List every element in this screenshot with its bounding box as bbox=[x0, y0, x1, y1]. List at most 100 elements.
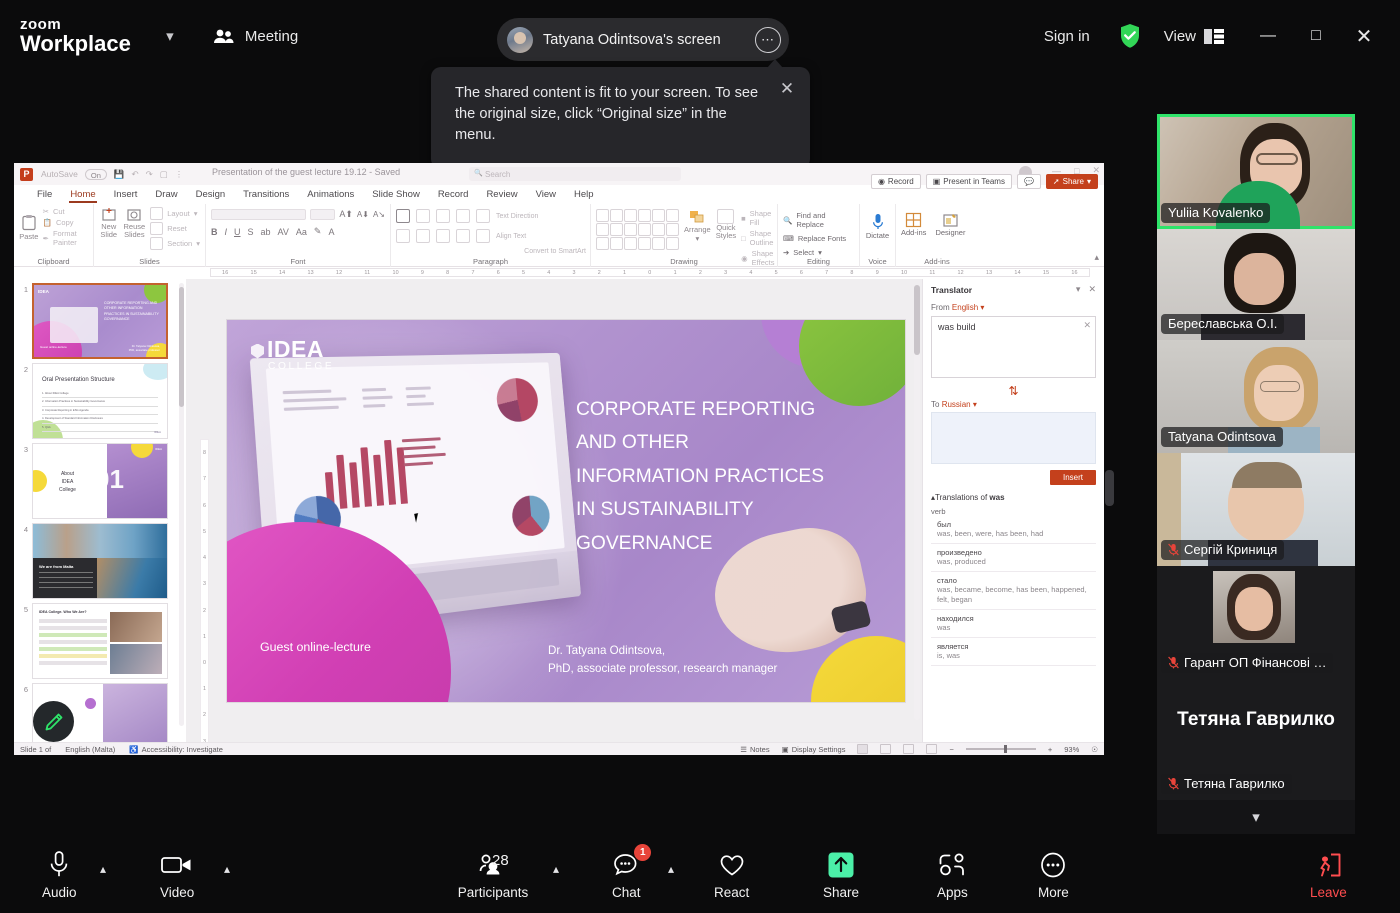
quick-styles-button[interactable]: Quick Styles bbox=[716, 209, 736, 240]
close-icon[interactable]: ✕ bbox=[776, 78, 798, 100]
ribbon-tab-view[interactable]: View bbox=[527, 185, 565, 204]
ribbon-tab-file[interactable]: File bbox=[28, 185, 61, 204]
select-button[interactable]: ➔ Select ▾ bbox=[783, 248, 854, 257]
new-slide-button[interactable]: New Slide bbox=[99, 207, 119, 239]
thumbnail-item[interactable]: 3 About IDEA College 01 IDEA bbox=[14, 439, 186, 519]
thumbnail-scrollbar[interactable] bbox=[179, 283, 184, 726]
notes-button[interactable]: ☰ Notes bbox=[740, 745, 769, 754]
present-in-teams-button[interactable]: ▣ Present in Teams bbox=[926, 174, 1012, 189]
shared-screen-pill[interactable]: Tatyana Odintsova's screen ⋯ bbox=[497, 18, 789, 61]
thumbnail-slide-2[interactable]: Oral Presentation Structure 1. About IDE… bbox=[32, 363, 168, 439]
canvas-scrollbar-thumb[interactable] bbox=[914, 285, 920, 355]
increase-font-size-button[interactable]: A⬆ bbox=[339, 209, 353, 220]
search-input[interactable]: Search bbox=[469, 167, 681, 181]
section-button[interactable]: Section ▾ bbox=[150, 237, 200, 250]
from-language-select[interactable]: English bbox=[952, 303, 978, 312]
chevron-down-icon[interactable]: ▾ bbox=[1076, 284, 1081, 295]
reset-button[interactable]: Reset bbox=[150, 222, 200, 235]
share-panel-drag-handle[interactable] bbox=[1105, 470, 1114, 506]
text-highlight-icon[interactable]: ✎ bbox=[314, 226, 322, 237]
thumbnail-scrollbar-thumb[interactable] bbox=[179, 287, 184, 407]
participant-tile-serhii-krynytsia[interactable]: Сергій Криниця bbox=[1157, 453, 1355, 566]
ribbon-tab-transitions[interactable]: Transitions bbox=[234, 185, 298, 204]
insert-button[interactable]: Insert bbox=[1050, 470, 1096, 485]
ribbon-tab-review[interactable]: Review bbox=[477, 185, 526, 204]
participant-tile-bereslavska[interactable]: Береславська О.I. bbox=[1157, 229, 1355, 340]
thumbnail-item[interactable]: 4 We are from Malta bbox=[14, 519, 186, 599]
participant-tile-yuliia-kovalenko[interactable]: Yuliia Kovalenko bbox=[1157, 114, 1355, 229]
annotate-pen-button[interactable] bbox=[33, 701, 74, 742]
accessibility-indicator[interactable]: ♿ Accessibility: Investigate bbox=[129, 745, 223, 754]
normal-view-button[interactable] bbox=[857, 744, 868, 754]
zoom-in-button[interactable]: + bbox=[1048, 745, 1052, 754]
zoom-level[interactable]: 93% bbox=[1064, 745, 1079, 754]
ribbon-tab-insert[interactable]: Insert bbox=[105, 185, 147, 204]
strikethrough-button[interactable]: ab bbox=[261, 227, 271, 237]
align-right-icon[interactable] bbox=[436, 229, 450, 243]
zoom-out-button[interactable]: − bbox=[949, 745, 953, 754]
display-settings-button[interactable]: ▣ Display Settings bbox=[782, 745, 846, 754]
video-button[interactable]: Video bbox=[160, 848, 194, 900]
react-button[interactable]: React bbox=[714, 848, 749, 900]
participants-options-chevron-icon[interactable]: ▴ bbox=[553, 862, 559, 876]
shadow-button[interactable]: S bbox=[248, 227, 254, 237]
underline-button[interactable]: U bbox=[234, 227, 241, 237]
collapse-ribbon-button[interactable]: ▴ bbox=[1094, 252, 1099, 263]
participant-tile-harant-op[interactable]: Гарант ОП Фінансові … bbox=[1157, 566, 1355, 679]
shape-fill-button[interactable]: ■ Shape Fill bbox=[741, 209, 774, 227]
font-size-select[interactable] bbox=[310, 209, 336, 220]
translator-input[interactable]: was build ✕ bbox=[931, 316, 1096, 378]
audio-options-chevron-icon[interactable]: ▴ bbox=[100, 862, 106, 876]
italic-button[interactable]: I bbox=[225, 227, 228, 237]
numbering-icon[interactable] bbox=[416, 209, 430, 223]
apps-button[interactable]: Apps bbox=[937, 848, 968, 900]
cut-button[interactable]: ✂ Cut bbox=[43, 207, 88, 216]
more-button[interactable]: More bbox=[1038, 848, 1069, 900]
translations-heading[interactable]: ▴Translations of was bbox=[931, 493, 1096, 502]
comments-icon[interactable]: 💬 bbox=[1017, 174, 1041, 189]
slide-sorter-button[interactable] bbox=[880, 744, 891, 754]
ribbon-tab-home[interactable]: Home bbox=[61, 185, 104, 204]
clear-formatting-button[interactable]: A↘ bbox=[373, 210, 385, 219]
text-direction-label[interactable]: Text Direction bbox=[496, 213, 538, 220]
more-icon[interactable]: ⋮ bbox=[175, 169, 184, 180]
font-family-select[interactable] bbox=[211, 209, 306, 220]
font-color-icon[interactable]: A bbox=[328, 227, 334, 237]
thumbnail-item[interactable]: 5 IDEA College. Who We Are? bbox=[14, 599, 186, 679]
decrease-indent-icon[interactable] bbox=[436, 209, 450, 223]
chat-options-chevron-icon[interactable]: ▴ bbox=[668, 862, 674, 876]
record-button[interactable]: ◉ Record bbox=[871, 174, 921, 189]
zoom-slider[interactable] bbox=[966, 748, 1036, 750]
thumbnail-slide-5[interactable]: IDEA College. Who We Are? bbox=[32, 603, 168, 679]
change-case-button[interactable]: Aa bbox=[296, 227, 307, 237]
ribbon-tab-record[interactable]: Record bbox=[429, 185, 478, 204]
save-icon[interactable]: 💾 bbox=[114, 169, 125, 180]
designer-button[interactable]: Designer bbox=[935, 212, 965, 237]
participants-button[interactable]: 28 Participants bbox=[448, 848, 538, 900]
ribbon-tab-slide-show[interactable]: Slide Show bbox=[363, 185, 429, 204]
copy-button[interactable]: 📋 Copy bbox=[43, 218, 88, 227]
present-icon[interactable]: ▢ bbox=[160, 169, 168, 180]
ribbon-tab-animations[interactable]: Animations bbox=[298, 185, 363, 204]
convert-to-smartart-label[interactable]: Convert to SmartArt bbox=[524, 248, 586, 255]
replace-fonts-button[interactable]: ⌨ Replace Fonts bbox=[783, 234, 854, 243]
close-icon[interactable]: ✕ bbox=[1088, 284, 1096, 295]
shapes-gallery[interactable] bbox=[596, 209, 679, 250]
chat-button[interactable]: 1 Chat bbox=[612, 848, 641, 900]
green-shield-check-icon[interactable] bbox=[1118, 23, 1142, 49]
layout-button[interactable]: Layout ▾ bbox=[150, 207, 200, 220]
thumbnail-item[interactable]: 2 Oral Presentation Structure 1. About I… bbox=[14, 359, 186, 439]
slide-indicator[interactable]: Slide 1 of bbox=[20, 745, 51, 754]
ellipsis-icon[interactable]: ⋯ bbox=[755, 27, 781, 53]
current-slide[interactable]: IDEA COLLEGE CORPORATE REPORTING AND OTH… bbox=[227, 320, 905, 702]
character-spacing-button[interactable]: AV bbox=[278, 227, 289, 237]
share-button[interactable]: ➚ Share ▾ bbox=[1046, 174, 1098, 189]
swap-vertical-icon[interactable]: ⇅ bbox=[931, 384, 1096, 398]
align-text-label[interactable]: Align Text bbox=[496, 233, 526, 240]
to-language-select[interactable]: Russian bbox=[942, 400, 971, 409]
canvas-scrollbar[interactable] bbox=[914, 285, 920, 720]
justify-icon[interactable] bbox=[456, 229, 470, 243]
shape-outline-button[interactable]: □ Shape Outline bbox=[741, 229, 774, 247]
meeting-tab[interactable]: Meeting bbox=[213, 28, 298, 45]
chevron-down-icon[interactable]: ▾ bbox=[157, 23, 183, 49]
